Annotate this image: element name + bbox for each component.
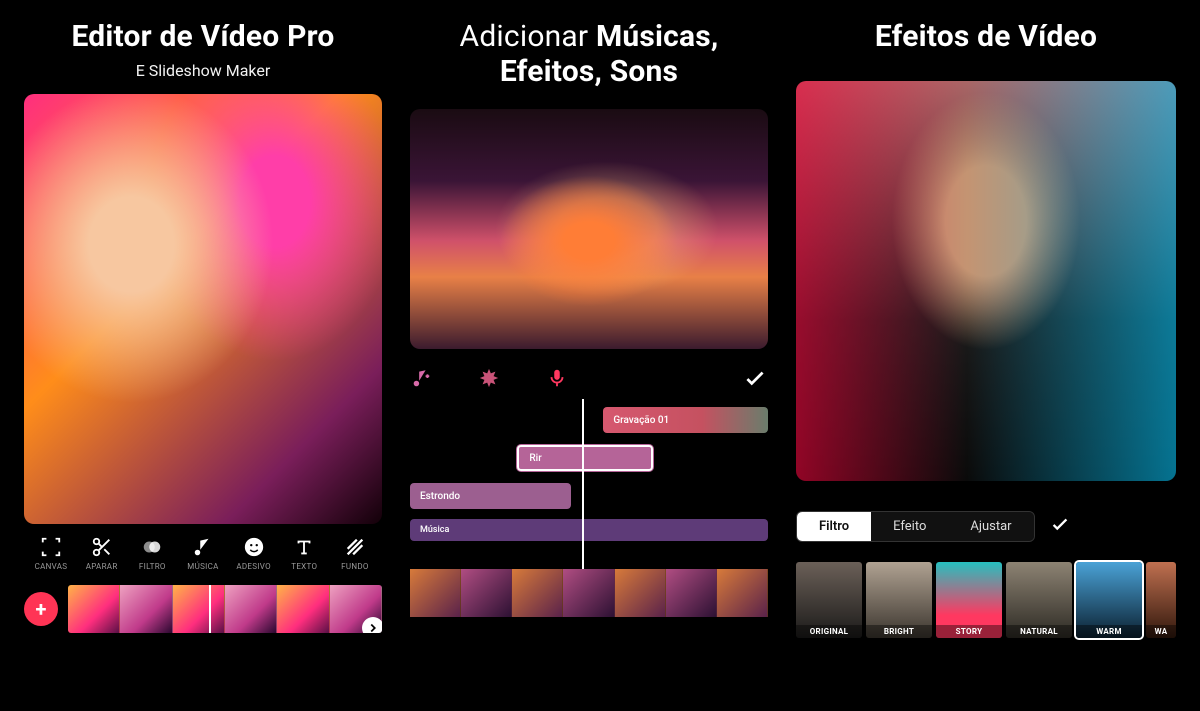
track-musica-label: Música bbox=[420, 525, 449, 535]
panel3-title: Efeitos de Vídeo bbox=[796, 20, 1176, 55]
clip-thumb[interactable] bbox=[225, 585, 277, 633]
burst-icon bbox=[478, 367, 500, 389]
panel1-title: Editor de Vídeo Pro bbox=[24, 20, 382, 55]
clip-thumb[interactable] bbox=[410, 569, 461, 617]
tool-text[interactable]: TEXTO bbox=[279, 536, 329, 571]
clip-thumb[interactable] bbox=[512, 569, 563, 617]
clip-thumb[interactable] bbox=[666, 569, 717, 617]
clip-thumb[interactable] bbox=[277, 585, 329, 633]
smile-icon bbox=[243, 536, 265, 558]
track-musica[interactable]: Música bbox=[410, 519, 768, 541]
chevron-right-icon bbox=[366, 621, 380, 633]
editor-toolbar: CANVAS APARAR FILTRO MÚSICA ADESIVO TEXT… bbox=[24, 536, 382, 571]
next-clip-button[interactable] bbox=[362, 617, 382, 633]
panel-video-effects: Efeitos de Vídeo Filtro Efeito Ajustar O… bbox=[796, 20, 1176, 691]
panel1-thumb-strip[interactable] bbox=[68, 585, 382, 633]
panel3-preview-image bbox=[796, 81, 1176, 481]
preset-story-label: STORY bbox=[936, 625, 1002, 638]
tool-canvas-label: CANVAS bbox=[35, 562, 68, 571]
panel2-thumb-strip[interactable] bbox=[410, 569, 768, 617]
check-icon bbox=[1049, 513, 1071, 535]
clip-thumb[interactable] bbox=[717, 569, 768, 617]
tool-canvas[interactable]: CANVAS bbox=[26, 536, 76, 571]
track-estrondo-label: Estrondo bbox=[420, 491, 460, 502]
confirm-audio-button[interactable] bbox=[742, 365, 768, 391]
canvas-icon bbox=[40, 536, 62, 558]
timeline-strip-row: + bbox=[24, 585, 382, 633]
playhead-indicator[interactable] bbox=[209, 585, 211, 633]
text-icon bbox=[293, 536, 315, 558]
tool-music-label: MÚSICA bbox=[187, 562, 218, 571]
preset-wa[interactable]: WA bbox=[1146, 562, 1176, 638]
clip-thumb[interactable] bbox=[68, 585, 120, 633]
timeline-playhead[interactable] bbox=[582, 399, 584, 575]
add-effect-button[interactable] bbox=[478, 367, 500, 389]
track-estrondo[interactable]: Estrondo bbox=[410, 483, 571, 509]
tool-trim[interactable]: APARAR bbox=[77, 536, 127, 571]
add-music-button[interactable] bbox=[410, 367, 432, 389]
panel-add-audio: Adicionar Músicas, Efeitos, Sons Gravaçã… bbox=[410, 20, 768, 691]
tab-ajustar[interactable]: Ajustar bbox=[948, 512, 1033, 541]
tool-sticker-label: ADESIVO bbox=[236, 562, 271, 571]
add-clip-button[interactable]: + bbox=[24, 592, 58, 626]
preset-bright-label: BRIGHT bbox=[866, 625, 932, 638]
audio-timeline: Gravação 01 Rir Estrondo Música bbox=[410, 407, 768, 617]
panel1-preview-image bbox=[24, 94, 382, 524]
tab-efeito[interactable]: Efeito bbox=[871, 512, 948, 541]
microphone-icon bbox=[546, 367, 568, 389]
track-recording-label: Gravação 01 bbox=[613, 415, 669, 426]
plus-icon: + bbox=[36, 597, 47, 621]
preset-original[interactable]: ORIGINAL bbox=[796, 562, 862, 638]
preset-warm-label: WARM bbox=[1076, 625, 1142, 638]
clip-thumb[interactable] bbox=[173, 585, 225, 633]
tool-trim-label: APARAR bbox=[86, 562, 118, 571]
tool-background-label: FUNDO bbox=[341, 562, 369, 571]
filter-preset-row: ORIGINAL BRIGHT STORY NATURAL WARM WA bbox=[796, 562, 1176, 638]
preset-warm[interactable]: WARM bbox=[1076, 562, 1142, 638]
tool-text-label: TEXTO bbox=[291, 562, 317, 571]
clip-thumb[interactable] bbox=[563, 569, 614, 617]
filter-icon bbox=[141, 536, 163, 558]
clip-thumb[interactable] bbox=[461, 569, 512, 617]
effect-tabs-row: Filtro Efeito Ajustar bbox=[796, 511, 1176, 542]
tab-filtro[interactable]: Filtro bbox=[797, 512, 871, 541]
music-add-icon bbox=[410, 367, 432, 389]
scissors-icon bbox=[91, 536, 113, 558]
preset-story[interactable]: STORY bbox=[936, 562, 1002, 638]
tool-sticker[interactable]: ADESIVO bbox=[229, 536, 279, 571]
music-icon bbox=[192, 536, 214, 558]
tool-music[interactable]: MÚSICA bbox=[178, 536, 228, 571]
effect-tabs: Filtro Efeito Ajustar bbox=[796, 511, 1035, 542]
panel2-title: Adicionar Músicas, Efeitos, Sons bbox=[410, 20, 768, 89]
panel1-subtitle: E Slideshow Maker bbox=[24, 61, 382, 80]
tool-background[interactable]: FUNDO bbox=[330, 536, 380, 571]
preset-natural-label: NATURAL bbox=[1006, 625, 1072, 638]
check-icon bbox=[742, 365, 768, 391]
hatch-icon bbox=[344, 536, 366, 558]
panel2-preview-image bbox=[410, 109, 768, 349]
clip-thumb[interactable] bbox=[120, 585, 172, 633]
tool-filter-label: FILTRO bbox=[139, 562, 166, 571]
track-rir-label: Rir bbox=[529, 453, 541, 464]
panel2-title-light: Adicionar bbox=[460, 19, 596, 54]
preset-original-label: ORIGINAL bbox=[796, 625, 862, 638]
panel-editor-pro: Editor de Vídeo Pro E Slideshow Maker CA… bbox=[24, 20, 382, 691]
confirm-effect-button[interactable] bbox=[1049, 513, 1071, 539]
track-recording[interactable]: Gravação 01 bbox=[603, 407, 768, 433]
clip-thumb[interactable] bbox=[615, 569, 666, 617]
tool-filter[interactable]: FILTRO bbox=[127, 536, 177, 571]
record-voice-button[interactable] bbox=[546, 367, 568, 389]
track-rir[interactable]: Rir bbox=[517, 445, 653, 471]
audio-toolbar bbox=[410, 365, 768, 391]
preset-bright[interactable]: BRIGHT bbox=[866, 562, 932, 638]
preset-wa-label: WA bbox=[1146, 625, 1176, 638]
preset-natural[interactable]: NATURAL bbox=[1006, 562, 1072, 638]
